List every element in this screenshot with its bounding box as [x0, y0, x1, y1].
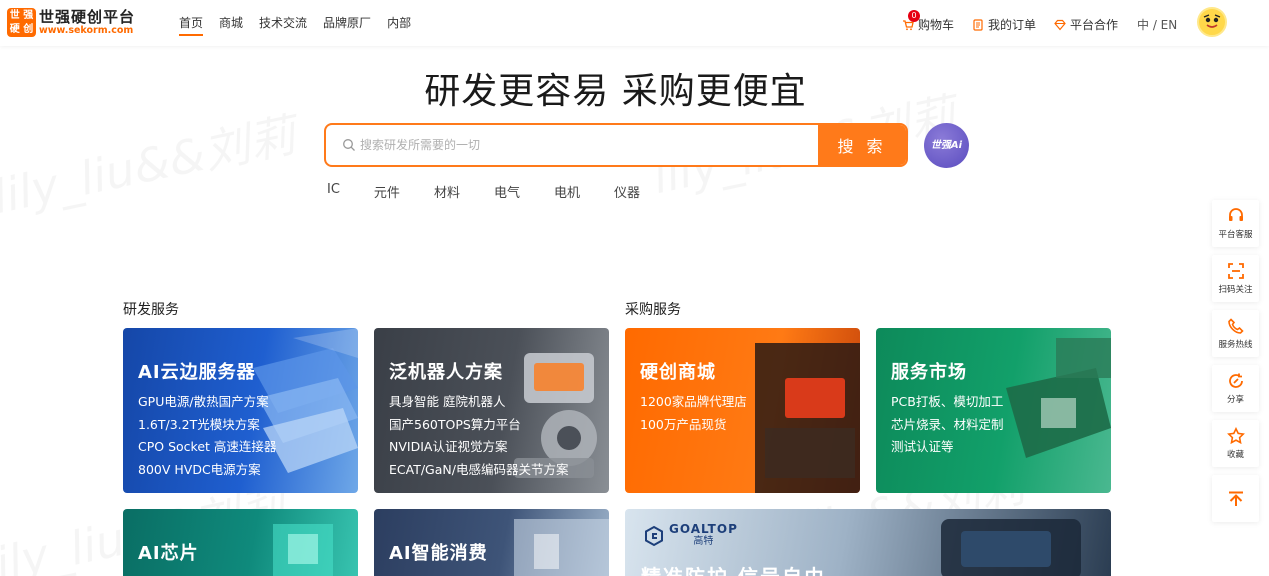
- nav-brands[interactable]: 品牌原厂: [323, 14, 371, 36]
- floating-toolbar: 平台客服 扫码关注 服务热线 分享 收藏: [1212, 200, 1259, 530]
- mall-illustration-icon: [755, 343, 860, 493]
- share-icon: [1228, 373, 1243, 388]
- card-robot-solutions[interactable]: 泛机器人方案 具身智能 庭院机器人 国产560TOPS算力平台 NVIDIA认证…: [374, 328, 609, 493]
- logo-url: www.sekorm.com: [39, 25, 134, 36]
- card-line: 芯片烧录、材料定制: [891, 416, 1004, 432]
- card-line: 1.6T/3.2T光模块方案: [138, 416, 260, 432]
- order-list-icon: [973, 18, 983, 31]
- share-button[interactable]: 分享: [1212, 365, 1259, 412]
- site-logo[interactable]: 世 强 硬 创 世强硬创平台 www.sekorm.com: [7, 8, 135, 37]
- brand-name-cn: 高特: [693, 536, 714, 547]
- card-line: 800V HVDC电源方案: [138, 461, 261, 477]
- brand-name-en: GOALTOP: [669, 522, 738, 536]
- card-ai-chip[interactable]: AI芯片: [123, 509, 358, 576]
- rail-label: 扫码关注: [1218, 285, 1253, 295]
- smart-home-illustration-icon: [514, 519, 609, 576]
- goaltop-logo: GOALTOP 高特: [643, 523, 738, 548]
- scan-icon: [1227, 263, 1244, 279]
- card-title: AI云边服务器: [138, 362, 256, 383]
- rail-label: 分享: [1226, 395, 1244, 405]
- back-to-top-button[interactable]: [1212, 475, 1259, 522]
- user-avatar[interactable]: [1197, 7, 1227, 37]
- avatar-face-icon: [1203, 14, 1221, 28]
- diamond-icon: [1054, 19, 1066, 30]
- orders-label: 我的订单: [988, 18, 1037, 32]
- card-line: 具身智能 庭院机器人: [389, 394, 506, 409]
- nav-tech-exchange[interactable]: 技术交流: [259, 14, 307, 36]
- card-hardware-mall[interactable]: 硬创商城 1200家品牌代理店 100万产品现货: [625, 328, 860, 493]
- category-materials[interactable]: 材料: [434, 182, 460, 201]
- purchase-services-title: 采购服务: [625, 302, 681, 318]
- pcb-illustration-icon: [1006, 338, 1111, 458]
- top-header: 世 强 硬 创 世强硬创平台 www.sekorm.com 首页 商城 技术交流…: [0, 0, 1269, 46]
- rd-services-title: 研发服务: [123, 302, 179, 318]
- search-icon: [343, 139, 355, 151]
- card-line: 1200家品牌代理店: [640, 394, 747, 409]
- language-switch[interactable]: 中 / EN: [1137, 16, 1177, 33]
- card-service-market[interactable]: 服务市场 PCB打板、模切加工 芯片烧录、材料定制 测试认证等: [876, 328, 1111, 493]
- rail-label: 平台客服: [1218, 230, 1253, 240]
- logo-mark-char: 硬: [9, 24, 20, 35]
- card-line: 测试认证等: [891, 439, 954, 454]
- card-line: 国产560TOPS算力平台: [389, 416, 521, 432]
- logo-mark-char: 创: [23, 24, 34, 35]
- logo-name: 世强硬创平台: [39, 8, 136, 26]
- phone-icon: [1227, 318, 1244, 334]
- partner-label: 平台合作: [1070, 18, 1119, 32]
- cart-label: 购物车: [918, 18, 955, 32]
- connector-illustration-icon: [941, 519, 1081, 576]
- category-ic[interactable]: IC: [327, 182, 340, 201]
- nav-mall[interactable]: 商城: [219, 14, 243, 36]
- main-nav: 首页 商城 技术交流 品牌原厂 内部: [179, 14, 427, 36]
- goaltop-mark-icon: [645, 525, 663, 546]
- category-components[interactable]: 元件: [374, 182, 400, 201]
- category-electrical[interactable]: 电气: [494, 182, 520, 201]
- nav-internal[interactable]: 内部: [387, 14, 411, 36]
- chip-illustration-icon: [273, 524, 333, 576]
- card-title: AI智能消费: [389, 543, 488, 564]
- cart-count-badge: 0: [908, 10, 920, 22]
- nav-home[interactable]: 首页: [179, 14, 204, 36]
- card-line: ECAT/GaN/电感编码器关节方案: [389, 461, 569, 477]
- partner-link[interactable]: 平台合作: [1054, 16, 1118, 33]
- card-line: 100万产品现货: [640, 416, 727, 432]
- hero-slogan: 研发更容易 采购更便宜: [424, 71, 807, 112]
- goaltop-banner[interactable]: GOALTOP 高特 精准防护 信号自由: [625, 509, 1111, 576]
- watermark: lily_liu&&刘莉: [0, 99, 301, 227]
- card-ai-consumer[interactable]: AI智能消费: [374, 509, 609, 576]
- favorite-button[interactable]: 收藏: [1212, 420, 1259, 467]
- orders-link[interactable]: 我的订单: [972, 16, 1036, 33]
- search-bar: 搜 索: [324, 123, 908, 167]
- card-line: PCB打板、模切加工: [891, 394, 1004, 409]
- headset-icon: [1228, 208, 1243, 221]
- category-motors[interactable]: 电机: [554, 182, 580, 201]
- search-input[interactable]: [326, 125, 818, 165]
- banner-headline: 精准防护 信号自由: [641, 561, 826, 576]
- logo-mark-char: 强: [23, 10, 34, 21]
- card-line: GPU电源/散热国产方案: [138, 394, 269, 409]
- rail-label: 服务热线: [1218, 340, 1253, 350]
- category-instruments[interactable]: 仪器: [614, 182, 640, 201]
- rail-label: 收藏: [1226, 450, 1244, 460]
- search-button[interactable]: 搜 索: [818, 125, 906, 165]
- card-title: 泛机器人方案: [389, 362, 503, 383]
- cart-link[interactable]: 0 购物车: [902, 10, 955, 33]
- card-ai-edge-server[interactable]: AI云边服务器 GPU电源/散热国产方案 1.6T/3.2T光模块方案 CPO …: [123, 328, 358, 493]
- card-title: 硬创商城: [640, 362, 716, 383]
- service-hotline-button[interactable]: 服务热线: [1212, 310, 1259, 357]
- logo-mark: 世 强 硬 创: [7, 8, 36, 37]
- customer-service-button[interactable]: 平台客服: [1212, 200, 1259, 247]
- card-title: 服务市场: [891, 362, 967, 383]
- star-icon: [1226, 427, 1245, 445]
- card-title: AI芯片: [138, 543, 199, 564]
- logo-mark-char: 世: [9, 10, 20, 21]
- back-to-top-icon: [1228, 491, 1243, 506]
- card-line: NVIDIA认证视觉方案: [389, 439, 508, 454]
- ai-assistant-button[interactable]: 世强Ai: [924, 123, 969, 168]
- card-line: CPO Socket 高速连接器: [138, 439, 277, 454]
- category-links: IC 元件 材料 电气 电机 仪器: [327, 182, 674, 201]
- scan-follow-button[interactable]: 扫码关注: [1212, 255, 1259, 302]
